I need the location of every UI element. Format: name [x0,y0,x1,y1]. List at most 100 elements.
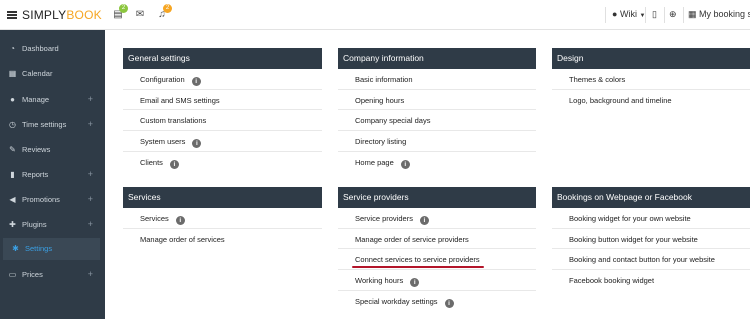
link-company-special-days[interactable]: Company special days [355,116,430,125]
link-label: Special workday settings [355,296,438,306]
logo[interactable]: SIMPLYBOOK [22,8,102,22]
link-label: Configuration [140,75,185,84]
link-label: Custom translations [140,116,207,126]
link-service-providers[interactable]: Service providers i [355,214,429,225]
link-manage-order-of-service-providers[interactable]: Manage order of service providers [355,235,469,244]
link-booking-widget[interactable]: Booking widget for your own website [569,214,691,223]
sidebar-item-manage[interactable]: ● Manage + [0,89,105,111]
sidebar-item-promotions[interactable]: ◀ Promotions + [0,189,105,211]
sidebar-item-settings[interactable]: ✱ Settings [3,238,100,260]
sidebar-item-time-settings[interactable]: ◷ Time settings + [0,114,105,136]
link-label: Service providers [355,214,413,223]
list-item: Custom translations [123,110,322,132]
dashboard-badge: 2 [119,4,128,13]
calendar-small-icon: ▦ [688,9,697,19]
list-item: Configuration i [123,69,322,90]
menu-toggle-icon[interactable] [7,11,17,19]
info-icon[interactable]: i [169,159,179,169]
link-booking-button-widget[interactable]: Booking button widget for your website [569,235,698,244]
link-home-page[interactable]: Home page i [355,158,410,169]
mobile-icon[interactable]: ▯ [652,9,657,20]
sidebar-item-prices[interactable]: ▭ Prices + [0,264,105,286]
sidebar-item-dashboard[interactable]: ◔ Dashboard [0,38,105,60]
sidebar-item-reviews[interactable]: ✎ Reviews [0,139,105,161]
link-label: Booking widget for your own website [569,214,691,223]
highlight-underline [352,266,484,269]
info-icon[interactable]: i [410,278,420,288]
expand-icon: + [87,269,93,279]
list-item: Themes & colors [552,69,750,90]
sidebar-item-label: Settings [25,244,53,253]
logo-text-book: BOOK [66,8,102,22]
link-logo-background-timeline[interactable]: Logo, background and timeline [569,96,672,105]
divider [645,7,646,23]
list-item: Email and SMS settings [123,90,322,111]
sidebar-item-label: Time settings [22,120,67,129]
link-themes-colors[interactable]: Themes & colors [569,75,625,84]
list-item: Facebook booking widget [552,270,750,291]
list-item: Home page i [338,152,536,173]
link-clients[interactable]: Clients i [140,158,179,169]
sidebar-item-calendar[interactable]: ▦ Calendar [0,63,105,85]
link-connect-services-to-providers[interactable]: Connect services to service providers [355,255,480,264]
list-item: Company special days [338,110,536,132]
link-system-users[interactable]: System users i [140,137,202,149]
divider [683,7,684,23]
info-icon[interactable]: i [192,139,202,149]
link-special-workday-settings[interactable]: Special workday settings i [355,297,454,308]
link-basic-information[interactable]: Basic information [355,75,413,84]
link-configuration[interactable]: Configuration i [140,75,201,86]
globe-icon[interactable]: ⊕ [669,9,677,20]
panel-title: Service providers [338,187,536,208]
dashboard-icon: ◔ [10,44,15,53]
link-facebook-booking-widget[interactable]: Facebook booking widget [569,276,654,285]
list-item: Directory listing [338,131,536,152]
price-icon: ▭ [8,270,17,279]
link-services[interactable]: Services i [140,214,185,225]
info-icon[interactable]: i [444,298,454,308]
list-item: Connect services to service providers [338,249,536,271]
sidebar-item-label: Dashboard [22,44,59,53]
megaphone-icon: ◀ [9,195,16,204]
link-working-hours[interactable]: Working hours i [355,276,420,288]
link-label: Manage order of services [140,234,225,244]
panel-title: Design [552,48,750,69]
logo-text-simply: SIMPLY [22,8,67,22]
info-icon[interactable]: i [175,216,185,225]
list-item: Services i [123,208,322,229]
sidebar-item-label: Reports [22,170,49,179]
link-booking-contact-button[interactable]: Booking and contact button for your webs… [569,255,715,264]
link-directory-listing[interactable]: Directory listing [355,137,406,146]
panel-company-information: Company information Basic information Op… [338,48,536,172]
link-manage-order-of-services[interactable]: Manage order of services [140,235,225,244]
list-item: Booking widget for your own website [552,208,750,229]
link-label: Home page [355,157,394,167]
divider [605,7,606,23]
info-icon[interactable]: i [419,216,429,225]
link-custom-translations[interactable]: Custom translations [140,116,206,125]
my-bookings-label: My booking s [699,9,750,19]
notifications-badge: 2 [163,4,172,13]
sidebar-item-plugins[interactable]: ✚ Plugins + [0,214,105,236]
link-label: Connect services to service providers [355,255,480,265]
link-label: Opening hours [355,95,405,105]
list-item: System users i [123,131,322,152]
link-label: Themes & colors [569,75,626,84]
info-icon[interactable]: i [191,77,201,86]
my-bookings-menu[interactable]: ▦ My booking s [688,9,750,20]
info-icon[interactable]: i [400,159,410,169]
list-item: Special workday settings i [338,291,536,312]
wiki-menu[interactable]: ● Wiki ▼ [612,9,645,19]
expand-icon: + [87,194,93,204]
sidebar-item-label: Reviews [22,145,51,154]
link-label: Email and SMS settings [140,95,220,105]
list-item: Basic information [338,69,536,90]
link-opening-hours[interactable]: Opening hours [355,96,404,105]
comments-icon: ✎ [9,145,16,154]
sidebar-item-reports[interactable]: ▮ Reports + [0,164,105,186]
panel-general-settings: General settings Configuration i Email an… [123,48,322,172]
mail-icon[interactable]: ✉ [134,9,146,20]
expand-icon: + [87,119,93,129]
settings-icon: ✱ [12,244,19,253]
link-email-sms-settings[interactable]: Email and SMS settings [140,96,220,105]
